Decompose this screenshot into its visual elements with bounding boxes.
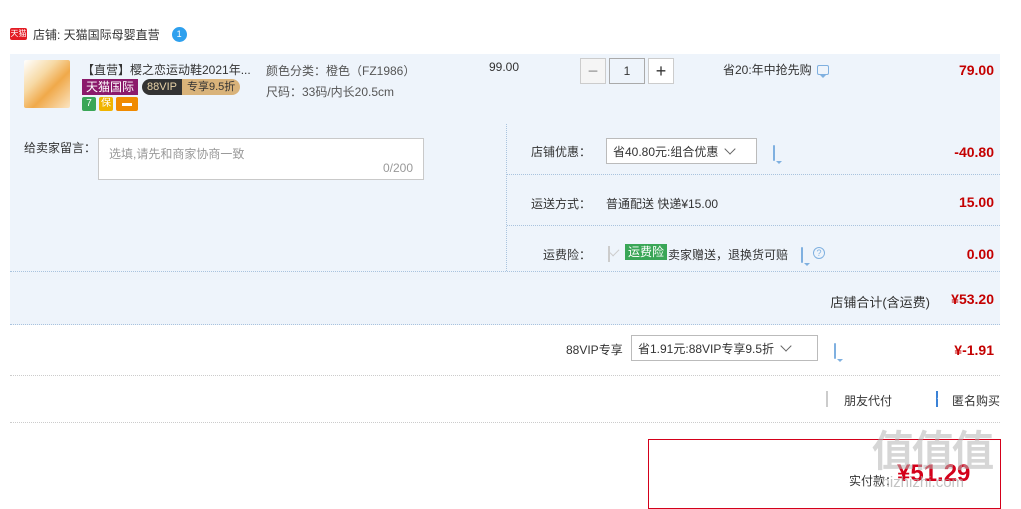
comment-icon[interactable]: [834, 343, 836, 359]
quantity-input[interactable]: 1: [609, 58, 645, 84]
decrease-quantity-button[interactable]: −: [580, 58, 606, 84]
product-thumbnail[interactable]: [24, 60, 70, 108]
tmall-global-tag: 天猫国际: [82, 79, 139, 95]
insurance-row: 运费险： 运费险 卖家赠送，退换货可赔 ? 0.00: [507, 226, 1000, 271]
insurance-label: 运费险：: [543, 248, 592, 262]
shop-discount-select[interactable]: 省40.80元:组合优惠: [606, 138, 757, 164]
shop-discount-label: 店铺优惠：: [531, 145, 592, 159]
comment-icon[interactable]: [816, 64, 829, 78]
shop-total-label: 店铺合计(含运费): [830, 295, 930, 310]
credit-card-icon: ▬: [116, 97, 138, 111]
shop-name-link[interactable]: 店铺: 天猫国际母婴直营: [33, 26, 160, 43]
insurance-desc: 卖家赠送，退换货可赔: [668, 248, 789, 262]
shipping-label: 运送方式：: [531, 197, 592, 211]
item-promotion: 省20:年中抢先购: [723, 61, 829, 78]
watermark-url: zhizhizhi.com: [874, 474, 965, 491]
insurance-checkbox[interactable]: [608, 246, 610, 262]
sku-size: 尺码：33码/内长20.5cm: [266, 85, 395, 99]
comment-icon[interactable]: [773, 145, 775, 161]
memo-area: 给卖家留言： 选填,请先和商家协商一致 0/200: [10, 124, 507, 271]
shop-discount-row: 店铺优惠： 省40.80元:组合优惠 -40.80: [507, 124, 1000, 175]
vip-discount-select[interactable]: 省1.91元:88VIP专享9.5折: [631, 335, 818, 361]
comment-icon[interactable]: [801, 247, 803, 263]
shop-discount-selected: 省40.80元:组合优惠: [613, 144, 719, 159]
item-subtotal: 79.00: [958, 62, 994, 78]
vip-discount-row: 88VIP专享 省1.91元:88VIP专享9.5折 ¥-1.91: [10, 325, 1000, 376]
friend-pay-checkbox[interactable]: [826, 391, 828, 407]
shop-total-row: 店铺合计(含运费) ¥53.20: [10, 271, 1000, 325]
wangwang-chat-icon[interactable]: 1: [171, 26, 187, 42]
sku-info: 颜色分类：橙色（FZ1986） 尺码：33码/内长20.5cm: [266, 61, 415, 103]
chevron-down-icon: [724, 143, 737, 155]
increase-quantity-button[interactable]: +: [648, 58, 674, 84]
vip-discount-amount: ¥-1.91: [954, 342, 994, 358]
vip-tag-discount: 专享9.5折: [181, 79, 241, 95]
service-icons: 7 保 ▬: [82, 97, 138, 111]
shipping-amount: 15.00: [958, 194, 994, 210]
help-icon[interactable]: ?: [813, 247, 825, 259]
product-tags: 天猫国际 88VIP 专享9.5折: [82, 79, 241, 95]
vip-discount-tag: 88VIP 专享9.5折: [142, 79, 241, 95]
friend-pay-label[interactable]: 朋友代付: [844, 392, 892, 409]
order-options-block: 给卖家留言： 选填,请先和商家协商一致 0/200 店铺优惠： 省40.80元:…: [10, 124, 1000, 325]
unit-price: 99.00: [489, 60, 520, 74]
memo-placeholder: 选填,请先和商家协商一致: [109, 147, 245, 161]
memo-char-count: 0/200: [382, 161, 413, 175]
anonymous-purchase-checkbox[interactable]: [936, 391, 938, 407]
memo-label: 给卖家留言：: [24, 141, 97, 155]
tmall-badge-icon: 天猫: [10, 28, 27, 40]
chevron-down-icon: [780, 340, 792, 352]
vip-tag-label: 88VIP: [142, 79, 182, 95]
shop-discount-amount: -40.80: [954, 144, 994, 160]
insurance-amount: 0.00: [966, 246, 994, 262]
seven-day-return-icon: 7: [82, 97, 96, 111]
insurance-tag: 运费险: [625, 244, 668, 260]
sku-color: 颜色分类：橙色（FZ1986）: [266, 64, 416, 78]
guarantee-icon: 保: [99, 97, 113, 111]
vip-label: 88VIP专享: [566, 343, 623, 357]
anonymous-purchase-label[interactable]: 匿名购买: [952, 392, 1000, 409]
shop-header: 天猫 店铺: 天猫国际母婴直营 1: [10, 24, 187, 44]
shipping-row: 运送方式： 普通配送 快递¥15.00 15.00: [507, 175, 1000, 226]
product-title-link[interactable]: 【直营】樱之恋运动鞋2021年...: [82, 61, 262, 78]
seller-memo-textarea[interactable]: 选填,请先和商家协商一致 0/200: [98, 138, 424, 180]
shipping-method: 普通配送 快递¥15.00: [606, 197, 719, 211]
quantity-stepper: − 1 +: [580, 58, 674, 84]
order-item-row: 【直营】樱之恋运动鞋2021年... 天猫国际 88VIP 专享9.5折 7 保…: [10, 54, 1000, 125]
vip-discount-selected: 省1.91元:88VIP专享9.5折: [638, 341, 775, 356]
payment-options-row: 朋友代付 匿名购买: [10, 376, 1000, 423]
shop-total-amount: ¥53.20: [951, 291, 994, 307]
watermark-logo: 值值值: [872, 428, 994, 475]
promotion-text: 省20:年中抢先购: [723, 63, 812, 77]
